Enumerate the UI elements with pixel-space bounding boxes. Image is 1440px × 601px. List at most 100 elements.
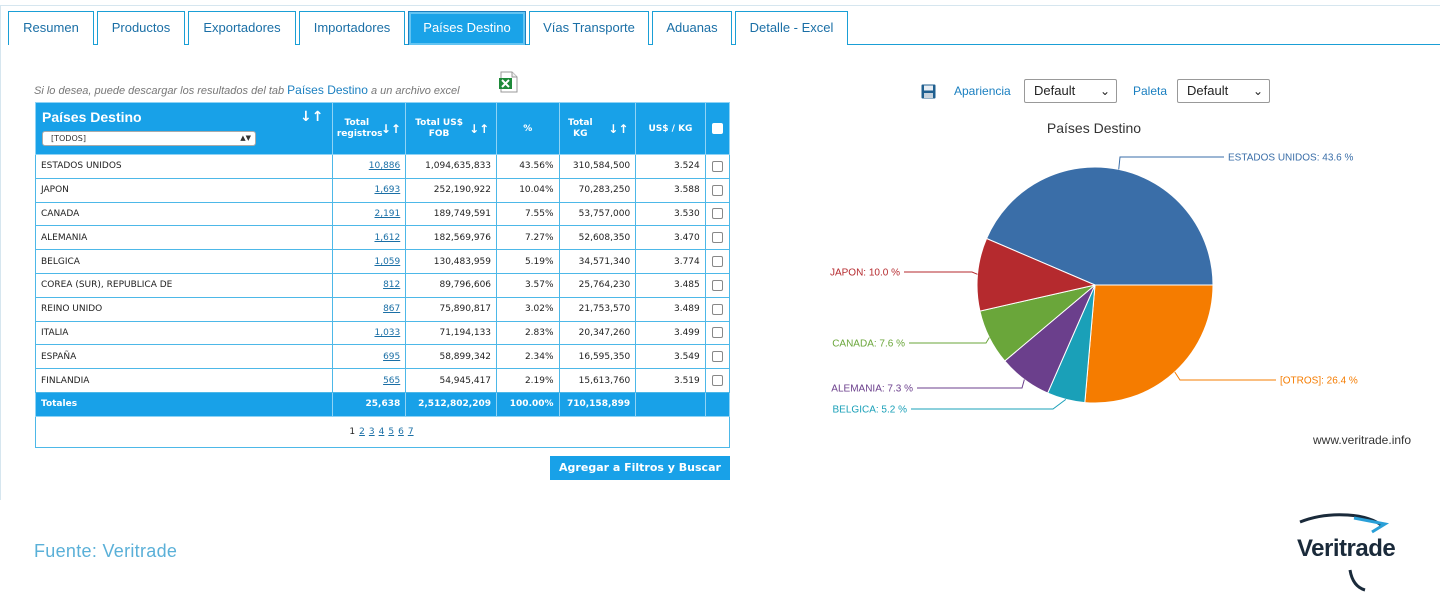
fob-cell: 130,483,959 <box>405 249 498 274</box>
pager-row: 1234567 <box>35 415 730 448</box>
row-checkbox[interactable] <box>711 351 723 363</box>
fob-cell: 54,945,417 <box>405 368 498 393</box>
table-row: ESPAÑA 695 58,899,342 2.34% 16,595,350 3.549 <box>35 344 731 370</box>
count-cell: 565 <box>331 368 407 393</box>
count-link[interactable]: 1,612 <box>374 233 400 243</box>
count-link[interactable]: 1,693 <box>374 185 400 195</box>
tab-aduanas[interactable]: Aduanas <box>652 11 732 45</box>
count-link[interactable]: 2,191 <box>374 209 400 219</box>
col-select-all-header[interactable] <box>704 102 731 155</box>
row-checkbox[interactable] <box>711 208 723 220</box>
country-filter-value: [TODOS] <box>51 134 86 143</box>
kg-cell: 16,595,350 <box>558 344 637 370</box>
download-hint: Si lo desea, puede descargar los resulta… <box>34 83 460 97</box>
tab-importadores[interactable]: Importadores <box>299 11 405 45</box>
select-cell <box>704 177 731 203</box>
pie-slice-label: JAPON: 10.0 % <box>830 268 900 279</box>
sort-icon[interactable]: ↓↑ <box>608 122 628 136</box>
col-pct-label: % <box>523 123 533 134</box>
col-kg-header[interactable]: Total KG ↓↑ <box>558 102 637 155</box>
row-checkbox[interactable] <box>711 303 723 315</box>
usd-kg-cell: 3.489 <box>635 296 706 322</box>
kg-cell: 70,283,250 <box>558 177 637 203</box>
fob-cell: 189,749,591 <box>405 201 498 227</box>
tab-resumen[interactable]: Resumen <box>8 11 94 45</box>
count-link[interactable]: 1,059 <box>374 257 400 267</box>
pct-cell: 2.34% <box>496 344 560 370</box>
totals-pct: 100.00% <box>496 391 560 417</box>
source-note: Fuente: Veritrade <box>34 541 178 561</box>
fob-cell: 252,190,922 <box>405 177 498 203</box>
appearance-select[interactable]: Default ⌄ <box>1024 79 1117 103</box>
palette-label: Paleta <box>1133 84 1168 98</box>
row-checkbox[interactable] <box>711 256 723 268</box>
count-link[interactable]: 10,886 <box>369 161 401 171</box>
usd-kg-cell: 3.530 <box>635 201 706 227</box>
table-row: ITALIA 1,033 71,194,133 2.83% 20,347,260 3.49… <box>35 320 731 346</box>
fob-cell: 1,094,635,833 <box>405 154 498 179</box>
country-cell: ESPAÑA <box>35 344 333 370</box>
usd-kg-cell: 3.588 <box>635 177 706 203</box>
tab-paises-destino[interactable]: Países Destino <box>408 11 526 45</box>
usd-kg-cell: 3.485 <box>635 272 706 298</box>
pager: 1234567 <box>35 415 730 448</box>
col-fob-header[interactable]: Total US$ FOB ↓↑ <box>405 102 498 155</box>
count-cell: 1,033 <box>331 320 407 346</box>
pager-link[interactable]: 6 <box>398 427 404 437</box>
kg-cell: 52,608,350 <box>558 225 637 251</box>
sort-icon[interactable]: ↓↑ <box>469 122 489 136</box>
count-link[interactable]: 695 <box>383 352 400 362</box>
count-link[interactable]: 1,033 <box>374 328 400 338</box>
row-checkbox[interactable] <box>711 327 723 339</box>
tab-exportadores[interactable]: Exportadores <box>188 11 296 45</box>
row-checkbox[interactable] <box>711 375 723 387</box>
kg-cell: 25,764,230 <box>558 272 637 298</box>
pager-link[interactable]: 4 <box>379 427 385 437</box>
appearance-label: Apariencia <box>954 84 1011 98</box>
tab-productos[interactable]: Productos <box>97 11 185 45</box>
pie-slice-label: [OTROS]: 26.4 % <box>1280 376 1358 387</box>
col-registros-header[interactable]: Total registros ↓↑ <box>331 102 407 155</box>
select-all-checkbox[interactable] <box>711 123 723 134</box>
palette-value: Default <box>1187 83 1229 98</box>
table-row: ESTADOS UNIDOS 10,886 1,094,635,833 43.56% 3… <box>35 154 731 179</box>
pct-cell: 3.57% <box>496 272 560 298</box>
fob-cell: 71,194,133 <box>405 320 498 346</box>
count-link[interactable]: 867 <box>383 304 400 314</box>
country-filter-select[interactable]: [TODOS] ▲▼ <box>42 131 256 146</box>
totals-empty <box>635 391 706 417</box>
usd-kg-cell: 3.774 <box>635 249 706 274</box>
save-icon[interactable] <box>921 84 936 99</box>
select-cell <box>704 368 731 393</box>
pager-current: 1 <box>349 426 356 437</box>
tab-detalle-excel[interactable]: Detalle - Excel <box>735 11 848 45</box>
country-cell: JAPON <box>35 177 333 203</box>
pager-link[interactable]: 3 <box>369 427 375 437</box>
row-checkbox[interactable] <box>711 232 723 244</box>
usd-kg-cell: 3.524 <box>635 154 706 179</box>
chart-credit: www.veritrade.info <box>1313 433 1412 447</box>
select-arrows-icon: ▲▼ <box>240 134 251 142</box>
row-checkbox[interactable] <box>711 184 723 196</box>
pager-link[interactable]: 2 <box>359 427 365 437</box>
count-link[interactable]: 565 <box>383 376 400 386</box>
sort-icon[interactable]: ↓↑ <box>381 122 401 136</box>
col-country-header[interactable]: Países Destino ↓↑ [TODOS] ▲▼ <box>35 102 333 155</box>
totals-empty <box>704 391 731 417</box>
excel-icon[interactable] <box>497 71 519 93</box>
sort-icon[interactable]: ↓↑ <box>300 109 323 125</box>
count-link[interactable]: 812 <box>383 280 400 290</box>
row-checkbox[interactable] <box>711 160 723 172</box>
tab-vias-transporte[interactable]: Vías Transporte <box>529 11 649 45</box>
pie-slice <box>1084 284 1214 404</box>
download-tab-name: Países Destino <box>287 83 368 97</box>
pager-link[interactable]: 5 <box>388 427 394 437</box>
pie-slice-label: ESTADOS UNIDOS: 43.6 % <box>1228 153 1354 164</box>
add-to-filters-button[interactable]: Agregar a Filtros y Buscar <box>550 456 730 480</box>
row-checkbox[interactable] <box>711 279 723 291</box>
col-registros-label: Total registros <box>336 117 383 139</box>
palette-select[interactable]: Default ⌄ <box>1177 79 1270 103</box>
kg-cell: 20,347,260 <box>558 320 637 346</box>
col-kg-label: Total KG <box>568 117 593 139</box>
pager-link[interactable]: 7 <box>408 427 414 437</box>
